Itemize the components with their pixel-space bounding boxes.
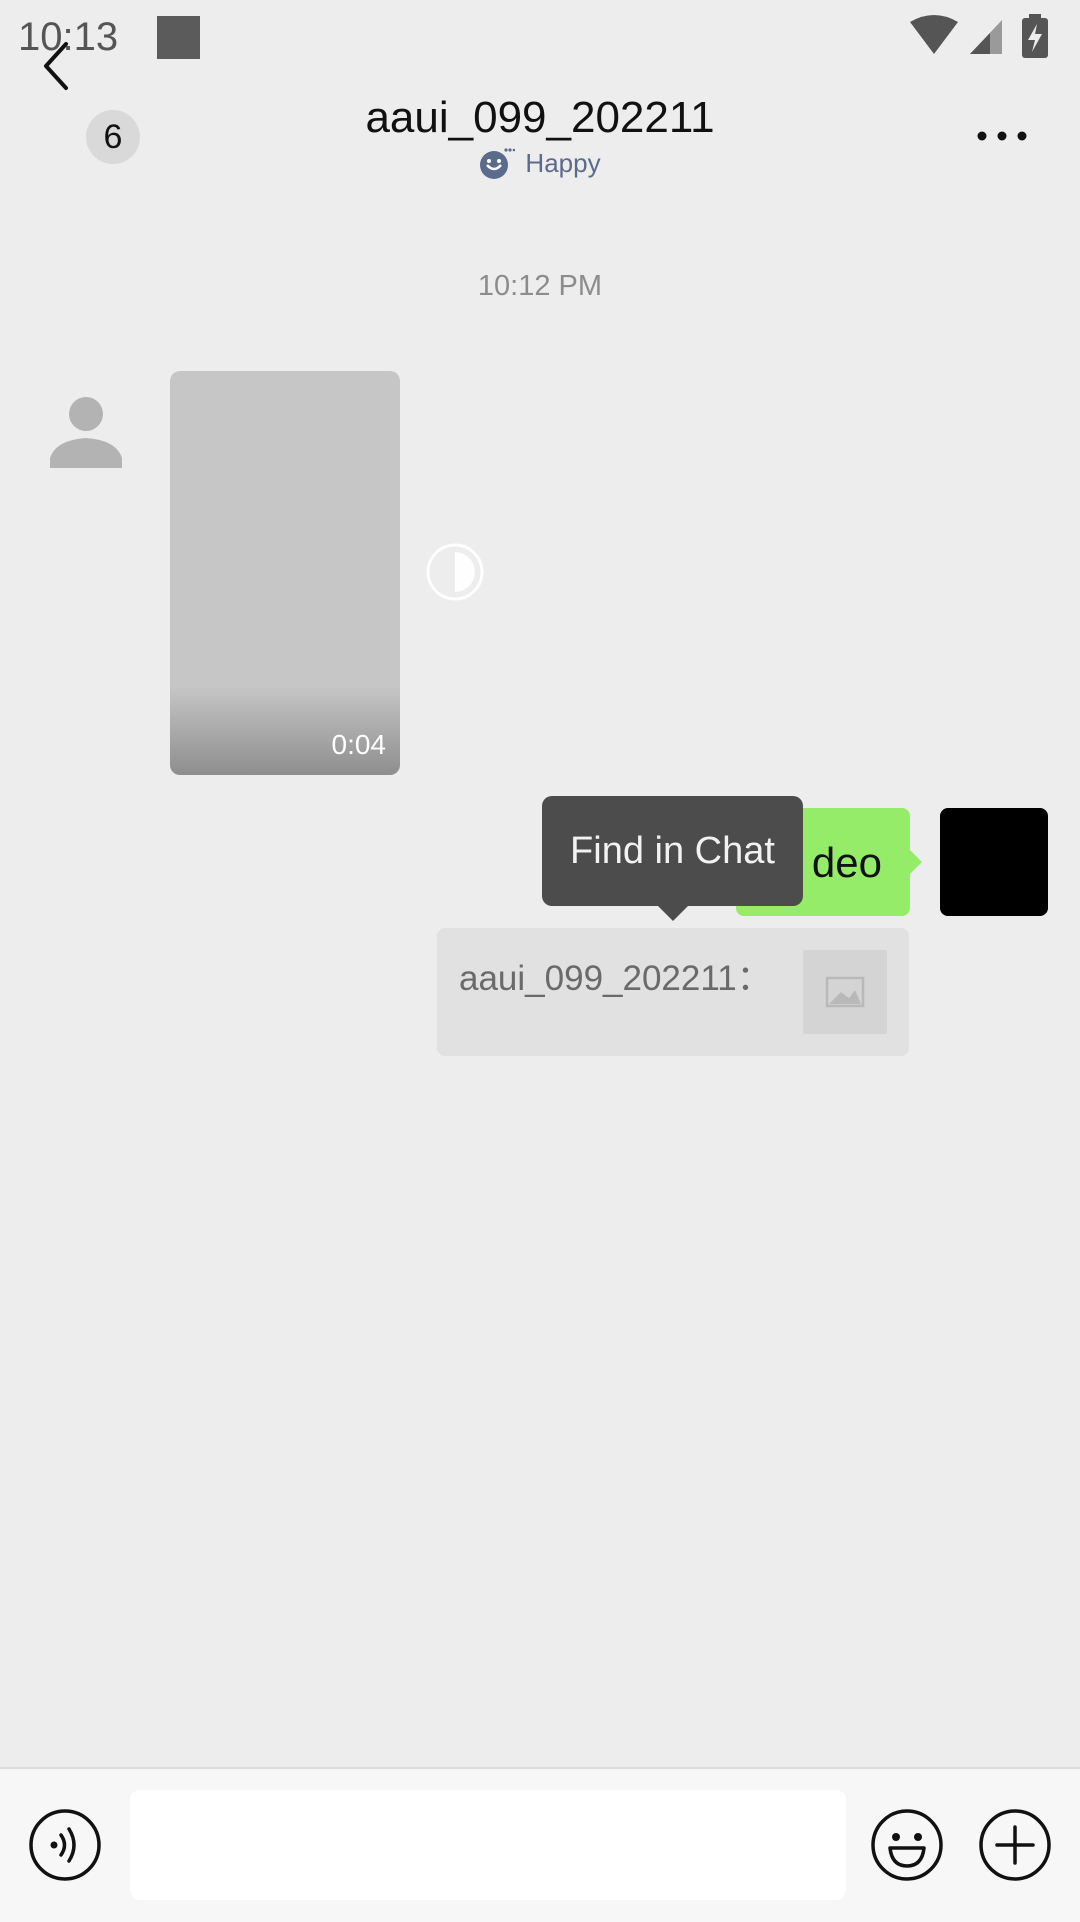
video-message[interactable]: 0:04 bbox=[170, 371, 400, 775]
quote-sender: aaui_099_202211： bbox=[459, 959, 772, 998]
video-duration: 0:04 bbox=[331, 729, 387, 760]
tooltip-arrow bbox=[657, 905, 689, 921]
wifi-icon bbox=[910, 15, 958, 54]
chat-title[interactable]: aaui_099_202211 bbox=[240, 90, 840, 146]
quoted-message[interactable]: aaui_099_202211： bbox=[437, 928, 909, 1056]
video-status-icon[interactable] bbox=[425, 542, 485, 602]
back-icon[interactable] bbox=[38, 38, 78, 94]
contact-status: Happy bbox=[0, 146, 1080, 182]
signal-icon bbox=[970, 20, 1002, 54]
battery-icon bbox=[1022, 14, 1048, 58]
message-timestamp: 10:12 PM bbox=[477, 270, 603, 302]
voice-icon[interactable] bbox=[28, 1808, 102, 1882]
my-avatar[interactable] bbox=[940, 808, 1048, 916]
more-options-icon[interactable] bbox=[972, 120, 1032, 152]
quote-thumbnail[interactable] bbox=[803, 950, 887, 1034]
contact-avatar-icon[interactable] bbox=[48, 392, 124, 468]
status-text: Happy bbox=[525, 147, 601, 178]
notification-icon bbox=[157, 16, 200, 59]
plus-icon[interactable] bbox=[978, 1808, 1052, 1882]
context-tooltip: Find in Chat bbox=[542, 796, 803, 906]
message-input[interactable] bbox=[130, 1790, 846, 1900]
status-icons bbox=[910, 14, 1048, 58]
bubble-tail bbox=[908, 848, 922, 876]
find-in-chat-option[interactable]: Find in Chat bbox=[542, 796, 803, 906]
mood-icon bbox=[480, 148, 516, 179]
image-placeholder-icon bbox=[825, 976, 865, 1008]
emoji-icon[interactable] bbox=[870, 1808, 944, 1882]
